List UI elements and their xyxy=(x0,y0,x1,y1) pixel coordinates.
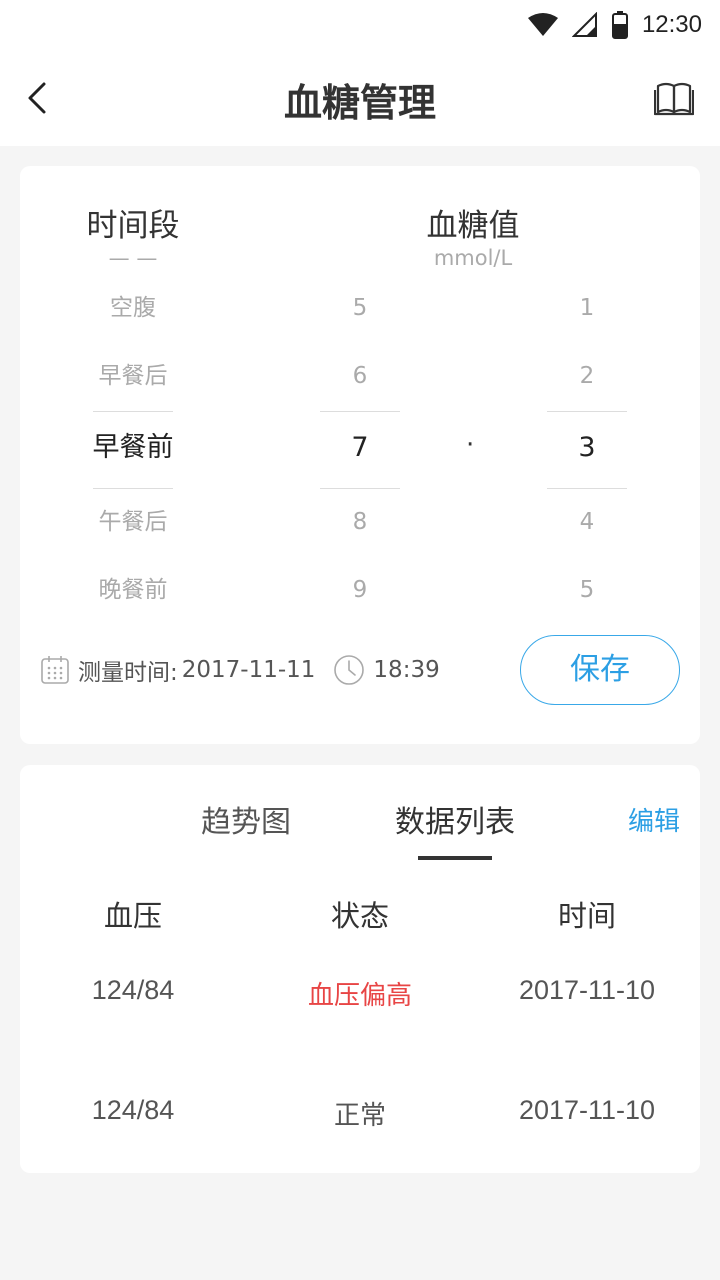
column-header-status: 状态 xyxy=(330,899,389,933)
save-button[interactable]: 保存 xyxy=(520,635,680,705)
guide-button[interactable] xyxy=(653,80,695,116)
period-column-title: 时间段 xyxy=(86,208,180,244)
measure-time-row: 测量时间: 2017-11-11 18:39 xyxy=(40,650,440,690)
page-title: 血糖管理 xyxy=(283,81,436,125)
picker-selection-line xyxy=(93,411,173,412)
picker-option-selected[interactable]: 早餐前 xyxy=(63,428,203,468)
cell-date: 2017-11-10 xyxy=(518,1095,656,1125)
cellular-signal-icon xyxy=(571,12,597,37)
picker-option[interactable]: 午餐后 xyxy=(63,502,203,542)
decimal-separator: · xyxy=(466,430,475,460)
glucose-unit: mmol/L xyxy=(433,246,513,270)
column-header-time: 时间 xyxy=(557,899,616,933)
measure-time: 18:39 xyxy=(373,657,440,683)
edit-button[interactable]: 编辑 xyxy=(628,801,680,838)
picker-option[interactable]: 5 xyxy=(547,570,627,610)
picker-selection-line xyxy=(320,488,400,489)
picker-option[interactable]: 4 xyxy=(547,502,627,542)
picker-option[interactable]: 9 xyxy=(320,570,400,610)
picker-option[interactable]: 6 xyxy=(320,356,400,396)
glucose-entry-card: 时间段 — — 血糖值 mmol/L 空腹 早餐后 早餐前 午餐后 晚餐前 5 … xyxy=(20,166,700,744)
cell-status: 血压偏高 xyxy=(307,981,412,1011)
picker-option[interactable]: 1 xyxy=(547,288,627,328)
tab-trend-chart[interactable]: 趋势图 xyxy=(186,797,306,841)
picker-option[interactable]: 2 xyxy=(547,356,627,396)
picker-option-selected[interactable]: 3 xyxy=(547,428,627,468)
picker-option[interactable]: 空腹 xyxy=(63,288,203,328)
picker-option[interactable]: 5 xyxy=(320,288,400,328)
book-icon xyxy=(653,82,695,116)
status-bar: 12:30 xyxy=(0,0,720,50)
picker-option-selected[interactable]: 7 xyxy=(320,428,400,468)
battery-icon xyxy=(611,11,628,39)
measure-time-label: 测量时间: xyxy=(78,660,178,686)
wifi-icon xyxy=(527,13,558,36)
picker-selection-line xyxy=(547,488,627,489)
period-unit: — — xyxy=(108,246,158,270)
app-bar: 血糖管理 xyxy=(0,50,720,146)
tab-data-list[interactable]: 数据列表 xyxy=(380,797,530,841)
picker-option[interactable]: 8 xyxy=(320,502,400,542)
column-header-pressure: 血压 xyxy=(103,899,162,933)
cell-pressure: 124/84 xyxy=(91,975,175,1005)
records-card: 趋势图 数据列表 编辑 血压 状态 时间 124/84 血压偏高 2017-11… xyxy=(20,765,700,1173)
measure-time-picker[interactable]: 18:39 xyxy=(333,654,440,686)
picker-selection-line xyxy=(93,488,173,489)
clock-icon xyxy=(334,655,365,685)
measure-date: 2017-11-11 xyxy=(181,657,316,683)
cell-status: 正常 xyxy=(333,1101,386,1131)
picker-selection-line xyxy=(547,411,627,412)
glucose-value-title: 血糖值 xyxy=(426,208,520,244)
cell-pressure: 124/84 xyxy=(91,1095,175,1125)
picker-selection-line xyxy=(320,411,400,412)
picker-option[interactable]: 晚餐前 xyxy=(63,570,203,610)
cell-date: 2017-11-10 xyxy=(518,975,656,1005)
measure-date-picker[interactable]: 测量时间: 2017-11-11 xyxy=(40,653,315,687)
picker-option[interactable]: 早餐后 xyxy=(63,356,203,396)
status-time: 12:30 xyxy=(641,11,702,38)
calendar-icon xyxy=(41,656,69,684)
active-tab-indicator xyxy=(418,856,492,860)
